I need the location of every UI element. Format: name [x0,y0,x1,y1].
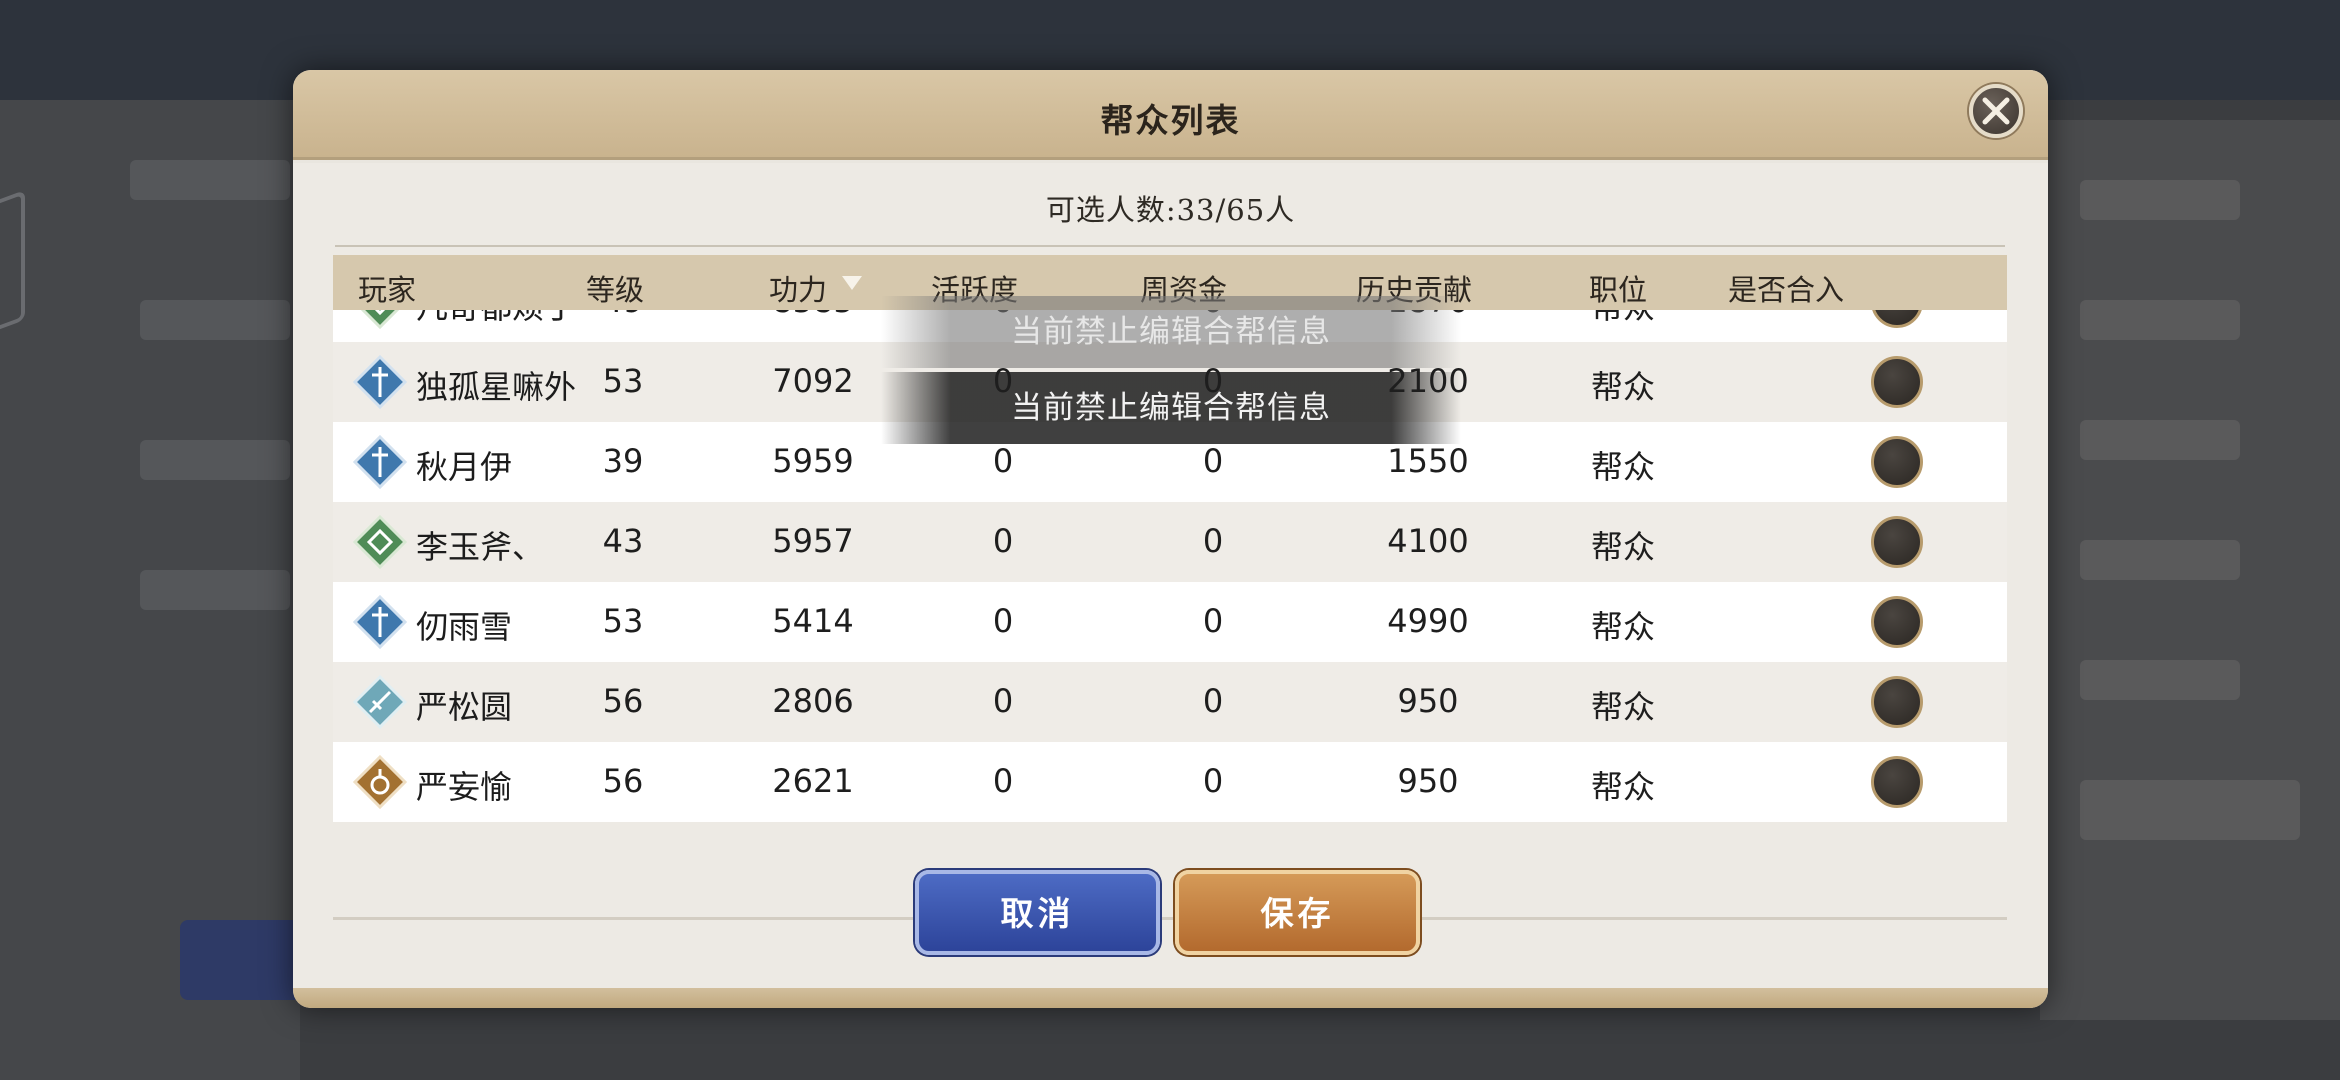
player-name: 秋月伊 [416,448,513,486]
background-right-panel [2040,120,2340,1020]
merge-toggle[interactable] [1871,436,1923,488]
player-name: 独孤星嘛外 [416,368,577,406]
player-level: 49 [573,310,673,320]
player-name: 严妄愉 [416,768,513,806]
column-position: 职位 [1589,273,1648,307]
player-position: 帮众 [1591,310,1655,328]
close-button[interactable] [1969,84,2023,138]
player-weekly-funds: 0 [1202,762,1224,800]
player-position: 帮众 [1591,448,1656,486]
player-level: 56 [602,762,644,800]
player-weekly-funds: 0 [1202,602,1224,640]
cancel-button[interactable]: 取消 [915,870,1160,955]
column-power[interactable]: 功力 [769,267,827,309]
background-block [140,440,290,480]
player-activity: 0 [992,762,1014,800]
table-row[interactable]: 严松圆 56 2806 0 0 950 帮众 [333,662,2007,742]
player-name: 李玉斧、 [416,528,545,566]
player-level: 53 [602,602,644,640]
column-merge: 是否合入 [1728,273,1845,307]
player-level: 53 [602,362,644,400]
table-row[interactable]: 严妄愉 56 2621 0 0 950 帮众 [333,742,2007,822]
player-power: 7092 [772,362,854,400]
teal-blade-icon [353,675,407,729]
background-block [2080,540,2240,580]
player-power: 2621 [772,762,854,800]
player-history: 4990 [1387,602,1469,640]
player-power: 5959 [772,442,854,480]
sort-descending-icon[interactable] [841,275,863,291]
green-emblem-icon [360,310,400,329]
blue-sword-icon [353,355,407,409]
player-power: 2806 [772,682,854,720]
background-block [2080,180,2240,220]
player-activity: 0 [992,602,1014,640]
selectable-count: 可选人数:33/65人 [1045,193,1296,227]
blue-sword-icon [353,595,407,649]
player-activity: 0 [992,442,1014,480]
player-history: 4100 [1387,522,1469,560]
toast-message: 当前禁止编辑合帮信息 [881,296,1461,368]
member-list-dialog: 帮众列表 可选人数:33/65人 玩家 等级 功力 活跃度 周资金 历史贡献 职… [293,70,2048,1008]
player-level: 39 [602,442,644,480]
close-icon [1982,97,2010,125]
table-bottom-divider [333,917,2007,920]
background-block [2080,660,2240,700]
merge-toggle[interactable] [1871,356,1923,408]
background-block [2080,300,2240,340]
merge-toggle[interactable] [1871,756,1923,808]
background-hex-frame [0,189,25,341]
player-position: 帮众 [1591,368,1656,406]
merge-toggle[interactable] [1871,516,1923,568]
player-name: 仞雨雪 [416,608,513,646]
player-history: 1550 [1387,442,1469,480]
player-level: 56 [602,682,644,720]
gold-lantern-icon [353,755,407,809]
player-name: 凡奇都烦丁 [416,310,576,328]
player-position: 帮众 [1591,528,1656,566]
save-button[interactable]: 保存 [1175,870,1420,955]
dialog-bottom-border [293,988,2048,1008]
column-level[interactable]: 等级 [586,267,644,309]
column-player: 玩家 [358,273,417,307]
table-row[interactable]: 李玉斧、 43 5957 0 0 4100 帮众 [333,502,2007,582]
background-block [2080,780,2300,840]
player-weekly-funds: 0 [1202,522,1224,560]
player-position: 帮众 [1591,688,1656,726]
player-name: 严松圆 [416,688,513,726]
player-history: 950 [1397,762,1459,800]
player-power: 5957 [772,522,854,560]
player-activity: 0 [992,682,1014,720]
player-weekly-funds: 0 [1202,442,1224,480]
background-block [140,300,290,340]
toast-message: 当前禁止编辑合帮信息 [881,372,1461,444]
merge-toggle[interactable] [1871,596,1923,648]
player-power: 8585 [753,310,873,320]
background-block [2080,420,2240,460]
dialog-header: 帮众列表 [293,70,2048,160]
player-position: 帮众 [1591,608,1656,646]
dialog-title: 帮众列表 [1100,101,1241,140]
divider [335,245,2005,247]
green-emblem-icon [353,515,407,569]
background-block [140,570,290,610]
player-history: 950 [1397,682,1459,720]
merge-toggle[interactable] [1871,310,1923,328]
player-weekly-funds: 0 [1202,682,1224,720]
blue-sword-icon [353,435,407,489]
table-row[interactable]: 仞雨雪 53 5414 0 0 4990 帮众 [333,582,2007,662]
player-level: 43 [602,522,644,560]
player-power: 5414 [772,602,854,640]
background-block [130,160,290,200]
player-position: 帮众 [1591,768,1656,806]
merge-toggle[interactable] [1871,676,1923,728]
player-activity: 0 [992,522,1014,560]
